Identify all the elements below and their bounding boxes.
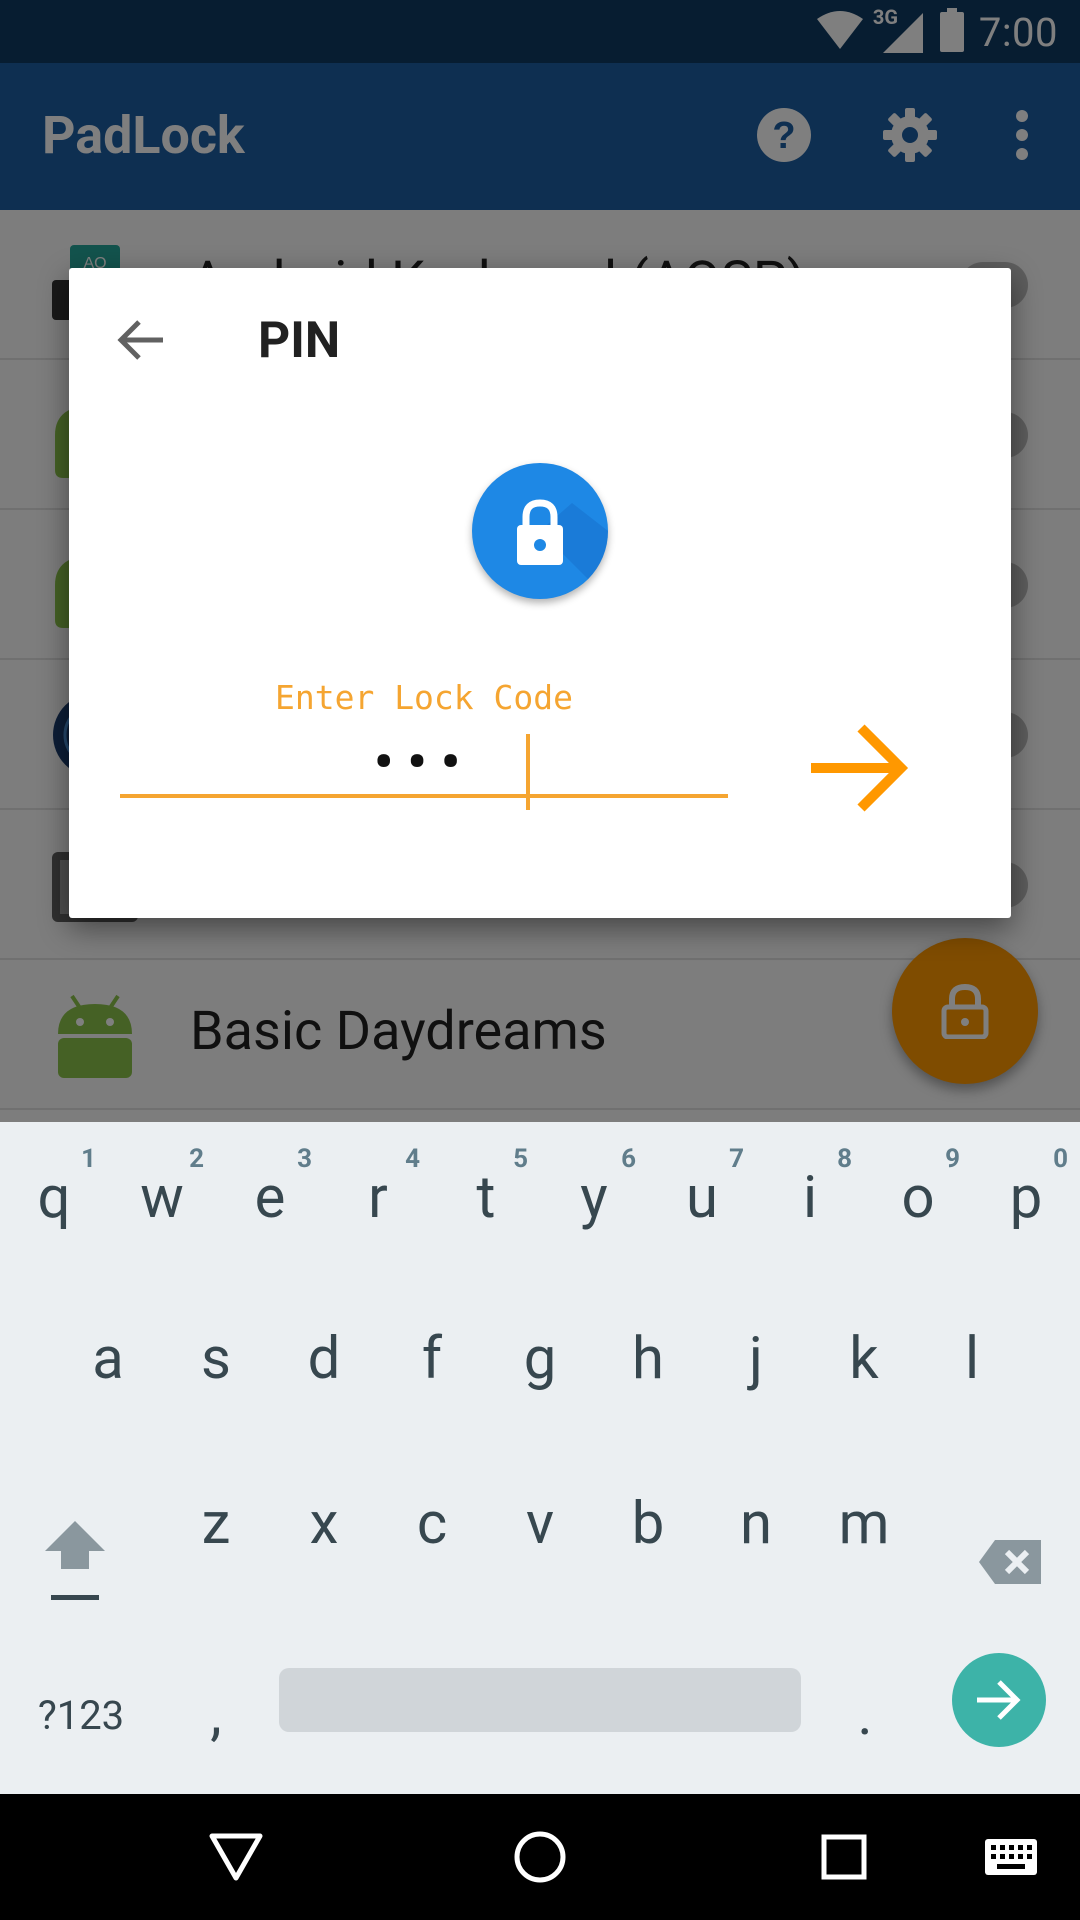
pin-input[interactable]: ••• <box>120 728 728 810</box>
key-m[interactable]: m <box>814 1452 914 1592</box>
key-label: e <box>254 1164 286 1232</box>
back-arrow-icon <box>117 320 163 360</box>
recents-square-icon <box>821 1834 867 1880</box>
key-f[interactable]: f <box>382 1287 482 1427</box>
key-h[interactable]: h <box>598 1287 698 1427</box>
key-label: j <box>749 1325 763 1393</box>
nav-back-button[interactable] <box>203 1824 269 1890</box>
key-label: a <box>92 1325 124 1393</box>
key-label: r <box>368 1164 388 1232</box>
enter-key[interactable] <box>952 1653 1046 1747</box>
symbols-key[interactable]: ?123 <box>18 1660 144 1770</box>
shift-arrow-icon <box>45 1521 105 1600</box>
keyboard-switch-icon <box>985 1839 1037 1875</box>
key-label: m <box>838 1490 890 1558</box>
key-label: u <box>686 1164 718 1232</box>
key-u[interactable]: 7u <box>652 1122 752 1262</box>
nav-recents-button[interactable] <box>811 1824 877 1890</box>
key-d[interactable]: d <box>274 1287 374 1427</box>
shift-key[interactable] <box>20 1502 130 1622</box>
key-label: y <box>580 1164 608 1232</box>
key-c[interactable]: c <box>382 1452 482 1592</box>
key-g[interactable]: g <box>490 1287 590 1427</box>
key-label: f <box>421 1325 443 1393</box>
key-label: w <box>140 1164 184 1232</box>
soft-keyboard: 1q 2w 3e 4r 5t 6y 7u 8i 9o 0p a s d f g … <box>0 1122 1080 1794</box>
key-p[interactable]: 0p <box>976 1122 1076 1262</box>
key-t[interactable]: 5t <box>436 1122 536 1262</box>
key-s[interactable]: s <box>166 1287 266 1427</box>
key-label: d <box>307 1325 341 1393</box>
forward-arrow-icon <box>811 724 909 812</box>
home-circle-icon <box>514 1831 566 1883</box>
space-bar[interactable] <box>279 1668 801 1732</box>
key-k[interactable]: k <box>814 1287 914 1427</box>
comma-key[interactable]: , <box>166 1660 266 1770</box>
keyboard-switch-button[interactable] <box>966 1824 1056 1890</box>
key-label: l <box>964 1325 980 1393</box>
key-label: o <box>901 1164 935 1232</box>
dialog-title: PIN <box>258 312 341 370</box>
key-q[interactable]: 1q <box>4 1122 104 1262</box>
pin-masked-value: ••• <box>373 731 475 794</box>
navigation-bar <box>0 1794 1080 1920</box>
key-i[interactable]: 8i <box>760 1122 860 1262</box>
key-label: x <box>309 1490 339 1558</box>
key-n[interactable]: n <box>706 1452 806 1592</box>
key-label: k <box>849 1325 879 1393</box>
enter-arrow-icon <box>977 1680 1021 1720</box>
key-l[interactable]: l <box>922 1287 1022 1427</box>
key-z[interactable]: z <box>166 1452 266 1592</box>
key-label: c <box>416 1490 448 1558</box>
key-w[interactable]: 2w <box>112 1122 212 1262</box>
key-e[interactable]: 3e <box>220 1122 320 1262</box>
key-label: g <box>523 1325 557 1393</box>
key-label: v <box>525 1490 555 1558</box>
key-label: q <box>37 1164 71 1232</box>
backspace-key[interactable] <box>955 1502 1065 1622</box>
key-label: n <box>739 1490 773 1558</box>
nav-home-button[interactable] <box>507 1824 573 1890</box>
key-j[interactable]: j <box>706 1287 806 1427</box>
back-triangle-icon <box>209 1833 263 1881</box>
dialog-back-button[interactable] <box>109 308 173 372</box>
key-a[interactable]: a <box>58 1287 158 1427</box>
key-o[interactable]: 9o <box>868 1122 968 1262</box>
key-label: h <box>632 1325 664 1393</box>
key-x[interactable]: x <box>274 1452 374 1592</box>
lock-badge <box>472 463 608 599</box>
key-label: p <box>1009 1164 1043 1232</box>
submit-pin-button[interactable] <box>799 708 919 828</box>
text-cursor <box>526 734 530 810</box>
pin-field-label: Enter Lock Code <box>274 678 573 717</box>
key-label: t <box>476 1164 496 1232</box>
lock-icon <box>517 499 608 599</box>
period-key[interactable]: . <box>815 1660 915 1770</box>
key-label: b <box>631 1490 665 1558</box>
key-label: s <box>201 1325 231 1393</box>
key-y[interactable]: 6y <box>544 1122 644 1262</box>
key-label: z <box>201 1490 231 1558</box>
key-label: i <box>802 1164 818 1232</box>
key-b[interactable]: b <box>598 1452 698 1592</box>
key-v[interactable]: v <box>490 1452 590 1592</box>
backspace-icon <box>979 1540 1041 1584</box>
pin-dialog: PIN Enter Lock Code ••• <box>69 268 1011 918</box>
key-r[interactable]: 4r <box>328 1122 428 1262</box>
